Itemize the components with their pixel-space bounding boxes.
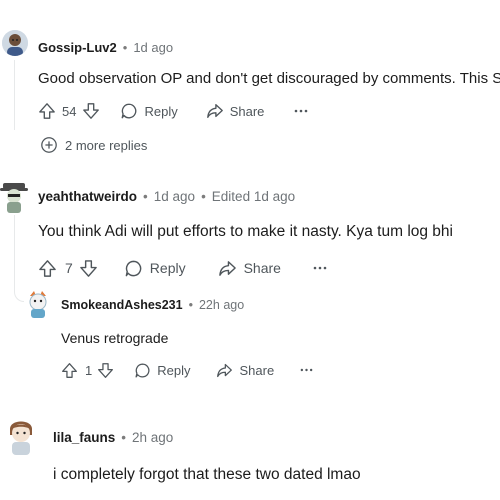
more-replies-label: 2 more replies (65, 137, 148, 153)
thread-line (14, 215, 15, 290)
avatar-image (10, 421, 32, 455)
edited-label: Edited 1d ago (211, 188, 296, 204)
overflow-menu-icon (295, 109, 308, 113)
reply-button[interactable]: Reply (134, 362, 190, 379)
separator-dot: • (201, 188, 206, 204)
reply-bubble-icon (122, 103, 137, 119)
timestamp[interactable]: 1d ago (154, 189, 195, 204)
avatar-image (0, 183, 28, 213)
username[interactable]: lila_fauns (53, 430, 115, 445)
comment-body: Venus retrograde (61, 330, 169, 346)
share-label: Share (229, 103, 265, 119)
comment-actions: 1 Reply Share (61, 360, 313, 380)
avatar-image (29, 291, 47, 318)
share-icon (206, 104, 223, 118)
share-icon (218, 260, 236, 276)
overflow-menu-button[interactable] (313, 266, 327, 270)
separator-dot: • (122, 39, 128, 55)
share-button[interactable]: Share (216, 362, 274, 379)
upvote-icon (62, 362, 77, 378)
comment-body: i completely forgot that these two dated… (53, 466, 361, 483)
share-label: Share (243, 260, 281, 276)
vote-count: 54 (62, 103, 77, 119)
comment-body: Good observation OP and don't get discou… (38, 70, 500, 87)
comment-body: You think Adi will put efforts to make i… (38, 223, 453, 240)
username[interactable]: yeahthatweirdo (38, 189, 137, 204)
vote-count: 7 (65, 260, 73, 276)
thread-line (14, 60, 15, 130)
reply-bubble-icon (135, 362, 150, 378)
comment-actions: 7 Reply Share (38, 258, 327, 278)
thread-branch (14, 280, 24, 302)
timestamp[interactable]: 1d ago (133, 40, 173, 55)
separator-dot: • (143, 188, 148, 204)
downvote-icon (98, 362, 114, 378)
share-label: Share (239, 362, 275, 378)
overflow-menu-icon (313, 266, 327, 270)
reply-button[interactable]: Reply (124, 259, 186, 278)
timestamp[interactable]: 22h ago (199, 298, 244, 312)
upvote-button[interactable] (38, 259, 57, 278)
downvote-button[interactable] (97, 362, 114, 379)
reply-label: Reply (144, 103, 178, 119)
upvote-button[interactable] (38, 102, 56, 120)
separator-dot: • (121, 429, 127, 445)
comment-header: Gossip-Luv2 • 1d ago (38, 38, 173, 56)
downvote-button[interactable] (79, 259, 98, 278)
avatar[interactable] (2, 30, 28, 56)
more-replies-button[interactable]: 2 more replies (40, 136, 147, 154)
upvote-button[interactable] (61, 362, 78, 379)
overflow-menu-button[interactable] (300, 368, 313, 372)
share-button[interactable]: Share (206, 102, 265, 120)
avatar[interactable] (25, 290, 51, 318)
username[interactable]: Gossip-Luv2 (38, 40, 117, 55)
timestamp[interactable]: 2h ago (132, 430, 173, 445)
avatar[interactable] (2, 415, 40, 455)
share-icon (217, 363, 233, 377)
reply-bubble-icon (125, 260, 142, 276)
downvote-icon (79, 259, 97, 277)
overflow-menu-icon (300, 368, 313, 372)
comment-actions: 54 Reply Share (38, 101, 308, 121)
upvote-icon (39, 103, 55, 119)
username[interactable]: SmokeandAshes231 (61, 298, 183, 312)
downvote-icon (83, 103, 100, 119)
separator-dot: • (188, 298, 193, 312)
comment-header: lila_fauns • 2h ago (53, 428, 173, 446)
comment-header: SmokeandAshes231 • 22h ago (61, 296, 244, 314)
plus-circle-icon (41, 137, 57, 153)
vote-count: 1 (85, 362, 93, 378)
avatar[interactable] (0, 179, 28, 213)
upvote-icon (39, 259, 56, 277)
reply-button[interactable]: Reply (120, 102, 178, 120)
avatar-image (2, 30, 28, 56)
downvote-button[interactable] (82, 102, 100, 120)
overflow-menu-button[interactable] (294, 109, 308, 113)
share-button[interactable]: Share (218, 259, 281, 278)
reply-label: Reply (157, 362, 191, 378)
comment-header: yeahthatweirdo • 1d ago • Edited 1d ago (38, 187, 295, 205)
reply-label: Reply (149, 260, 186, 276)
